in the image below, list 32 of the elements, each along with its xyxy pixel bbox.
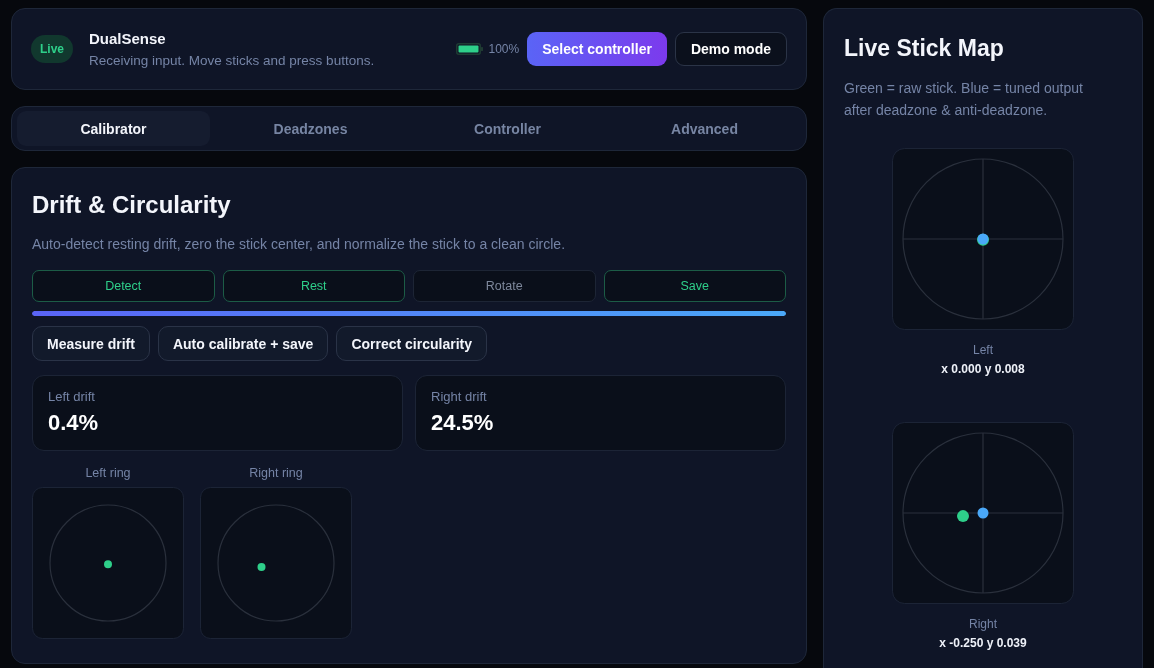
status-badge: Live (31, 35, 73, 63)
action-button[interactable]: Measure drift (32, 326, 150, 361)
step-button[interactable]: Detect (32, 270, 215, 302)
step-button[interactable]: Rotate (413, 270, 596, 302)
stick-coordinates: x 0.000 y 0.008 (941, 362, 1025, 377)
device-name: DualSense (89, 30, 166, 47)
action-button[interactable]: Auto calibrate + save (157, 326, 329, 361)
stick-label: Right (969, 617, 997, 632)
stat-value: 0.4% (48, 410, 99, 436)
ring-label: Right ring (249, 465, 303, 481)
stick-label: Left (973, 343, 993, 358)
stat-value: 24.5% (431, 410, 494, 436)
stat-label: Right drift (431, 389, 487, 404)
battery-percentage: 100% (488, 42, 520, 56)
panel-description: Auto-detect resting drift, zero the stick center, and normalize the stick to a clean circle. (32, 235, 567, 254)
action-button[interactable]: Correct circularity (336, 326, 487, 361)
stat-label: Left drift (48, 389, 95, 404)
tab[interactable]: Calibrator (17, 111, 210, 146)
device-status-text: Receiving input. Move sticks and press buttons. (89, 53, 375, 68)
tab[interactable]: Controller (411, 111, 604, 146)
step-button[interactable]: Rest (222, 270, 405, 302)
tab[interactable]: Advanced (608, 111, 801, 146)
select-controller-button[interactable]: Select controller (527, 32, 667, 66)
stick-coordinates: x -0.250 y 0.039 (939, 636, 1027, 651)
demo-mode-button[interactable]: Demo mode (674, 32, 787, 66)
panel-title: Drift & Circularity (32, 190, 232, 220)
ring-label: Left ring (85, 465, 131, 481)
battery-icon (456, 43, 484, 55)
panel-title: Live Stick Map (844, 34, 1005, 63)
step-button[interactable]: Save (603, 270, 786, 302)
panel-description: Green = raw stick. Blue = tuned output after deadzone & anti-deadzone. (844, 79, 1084, 120)
tab[interactable]: Deadzones (214, 111, 407, 146)
